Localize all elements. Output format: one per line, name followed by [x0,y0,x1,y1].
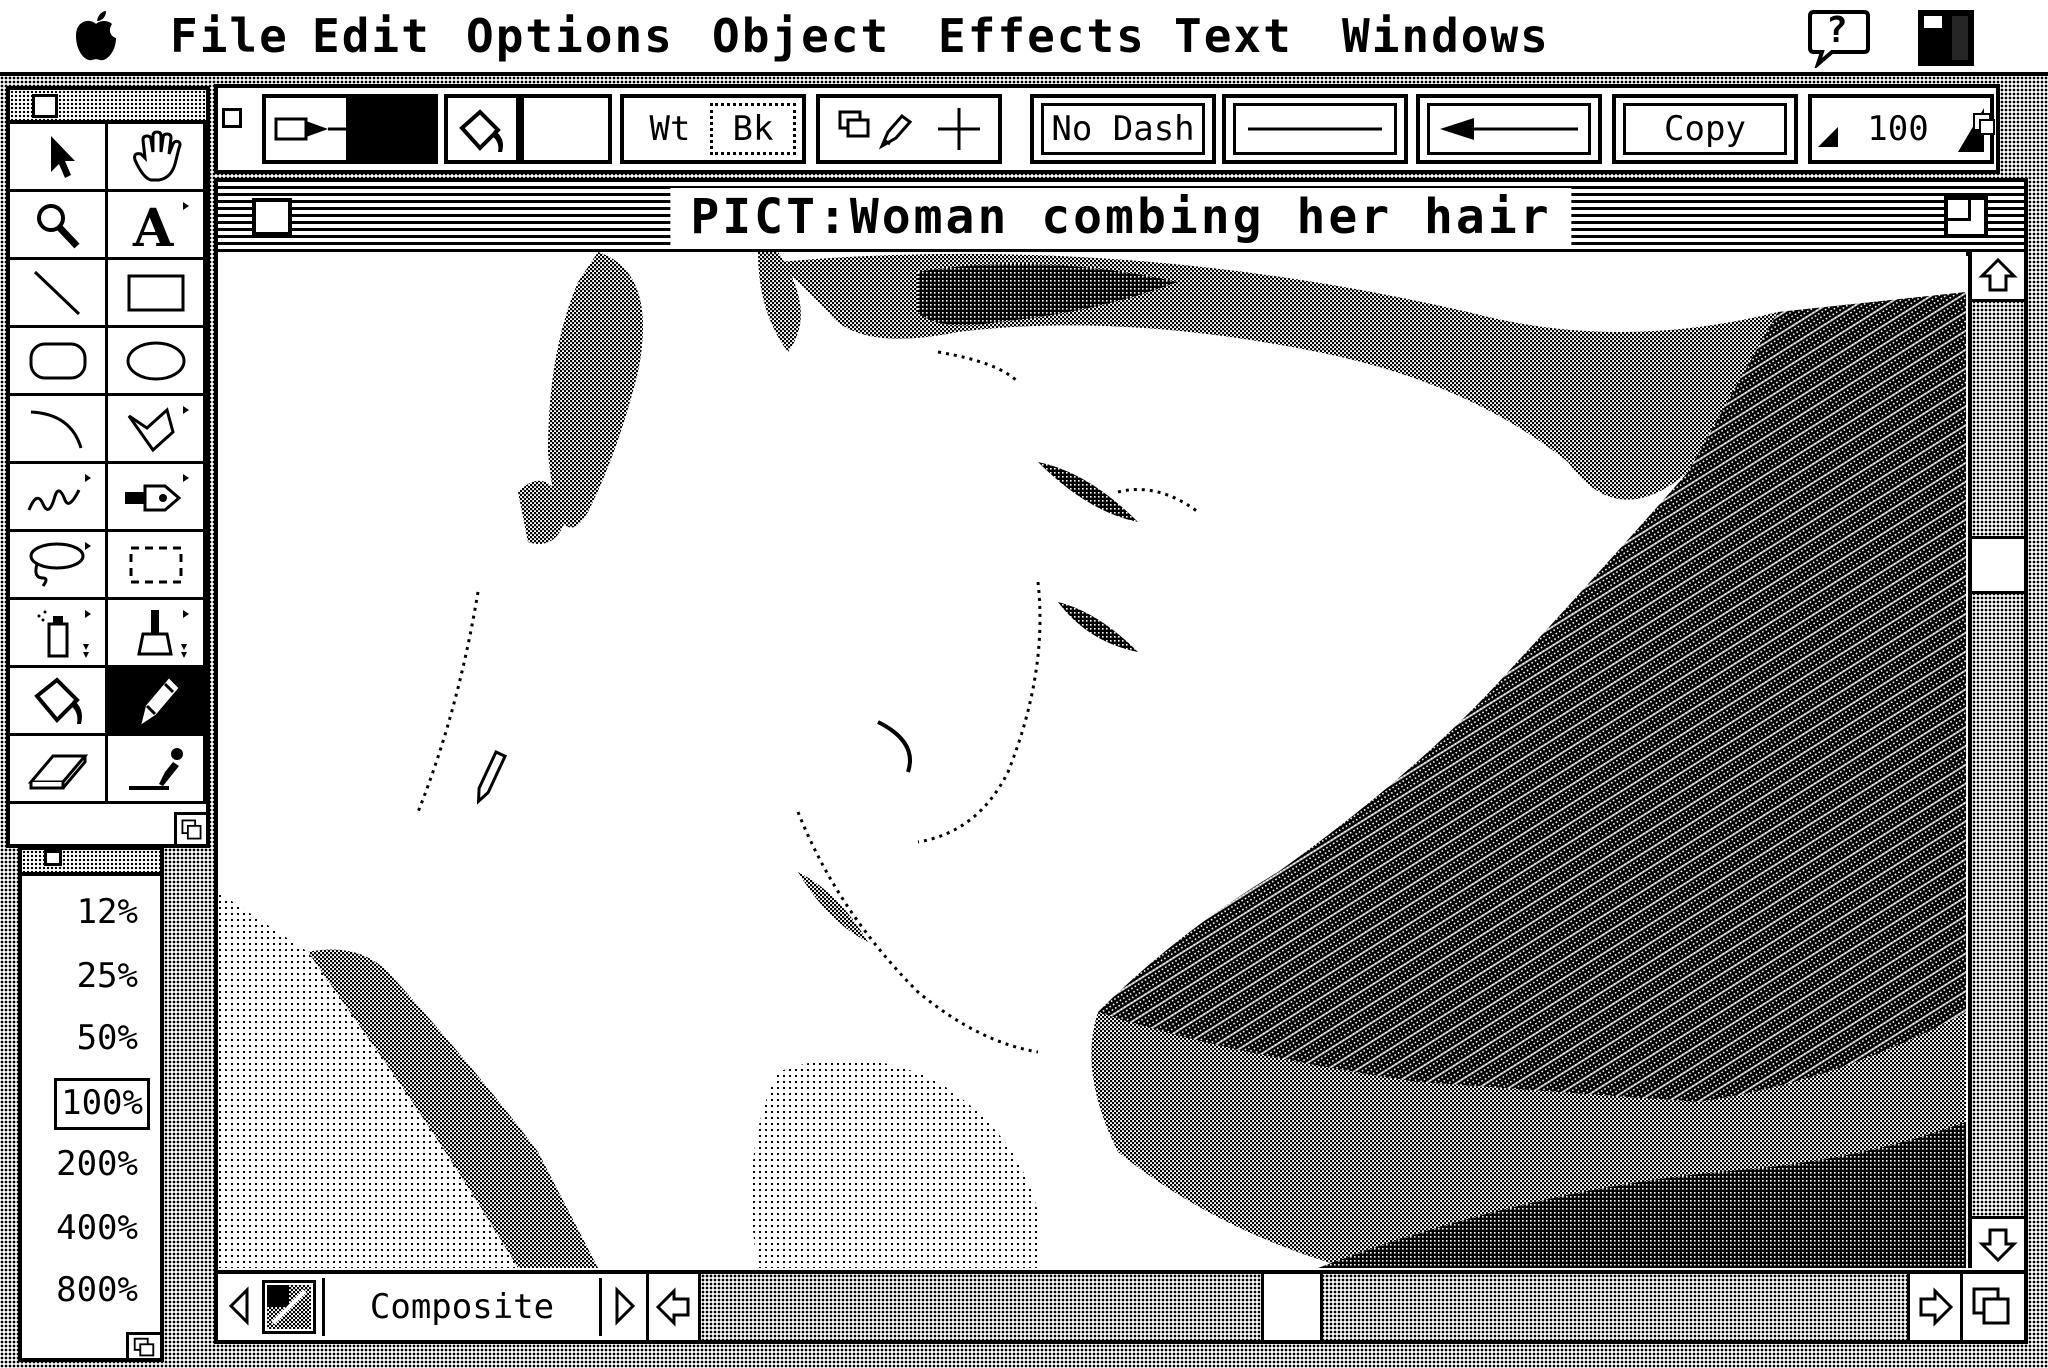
pen-tool-icon[interactable] [108,464,206,532]
menu-bar: File Edit Options Object Effects Text Wi… [0,0,2048,76]
text-tool-icon[interactable]: A [108,192,206,260]
fill-bucket-icon[interactable] [444,94,520,164]
toolbox-titlebar[interactable] [10,90,206,124]
zoom-200-option[interactable]: 200% [52,1142,142,1188]
scroll-left-arrow-icon[interactable] [649,1274,701,1340]
menu-file[interactable]: File [170,6,289,66]
application-menu-icon[interactable] [1916,8,1976,68]
zoom-50-option[interactable]: 50% [73,1016,142,1062]
eraser-tool-icon[interactable] [10,736,108,804]
vertical-scroll-thumb[interactable] [1972,536,2024,594]
zoom-12-option[interactable]: 12% [73,890,142,936]
menu-edit[interactable]: Edit [312,6,431,66]
attributes-bar: Wt Bk No Dash Copy 100 [214,84,2000,174]
close-box[interactable] [252,198,292,236]
zoom-tool-icon[interactable] [10,192,108,260]
toolbox-palette: A [6,86,210,848]
arc-tool-icon[interactable] [10,396,108,464]
marquee-tool-icon[interactable] [108,532,206,600]
oval-tool-icon[interactable] [108,328,206,396]
bottom-bar: Composite [218,1270,2024,1340]
lasso-tool-icon[interactable] [10,532,108,600]
document-titlebar[interactable]: PICT:Woman combing her hair [218,182,2024,256]
transfer-mode-label: Copy [1623,103,1787,155]
paint-bucket-tool-icon[interactable] [10,668,108,736]
eyedropper-tool-icon[interactable] [108,736,206,804]
copy-pencil-icon [838,110,913,150]
document-window: PICT:Woman combing her hair Composite [214,178,2028,1344]
layer-view-icon[interactable] [262,1280,316,1334]
menu-options[interactable]: Options [466,6,674,66]
vertical-scrollbar[interactable] [1968,252,2024,1268]
opacity-control[interactable]: 100 [1808,94,1994,164]
apple-menu-icon[interactable] [70,8,122,64]
zoom-palette-titlebar[interactable] [22,850,160,876]
window-grow-box-icon[interactable] [1960,1274,2020,1340]
zoom-palette-close-box[interactable] [44,850,62,866]
zoom-25-option[interactable]: 25% [73,954,142,1000]
transfer-mode-selector[interactable]: Copy [1612,94,1798,164]
rounded-rectangle-tool-icon[interactable] [10,328,108,396]
scroll-right-arrow-icon[interactable] [1907,1274,1959,1340]
opacity-value: 100 [1867,109,1929,149]
woman-combing-hair-image [218,252,1966,1268]
wt-bk-selector[interactable]: Wt Bk [620,94,806,164]
svg-text:A: A [132,198,174,252]
zoom-800-option[interactable]: 800% [52,1268,142,1314]
wt-label[interactable]: Wt [630,109,710,149]
grabber-hand-icon[interactable] [108,124,206,192]
help-menu-icon[interactable]: ? [1806,8,1872,71]
arrowhead-selector[interactable] [1416,94,1602,164]
rectangle-tool-icon[interactable] [108,260,206,328]
menu-effects[interactable]: Effects [938,6,1146,66]
menu-object[interactable]: Object [712,6,890,66]
zoom-box[interactable] [1944,196,1988,238]
fill-color-swatch[interactable] [520,94,612,164]
zoom-palette: 12% 25% 50% 100% 200% 400% 800% [18,846,164,1362]
toolbox-close-box[interactable] [32,94,58,118]
transfer-tools[interactable] [816,94,1002,164]
scroll-down-arrow-icon[interactable] [1972,1216,2024,1268]
attributes-zoom-box[interactable] [1972,96,1996,136]
arrowhead-icon [1427,103,1591,155]
menu-windows[interactable]: Windows [1342,6,1550,66]
dash-selector[interactable]: No Dash [1030,94,1216,164]
freehand-tool-icon[interactable] [10,464,108,532]
horizontal-scroll-thumb[interactable] [1261,1274,1323,1340]
zoom-palette-grow-box[interactable] [126,1332,160,1362]
image-canvas[interactable] [218,252,1966,1268]
attributes-close-box[interactable] [222,108,242,128]
help-label: ? [1826,10,1848,51]
menu-text[interactable]: Text [1174,6,1293,66]
crosshair-icon [938,108,980,150]
opacity-decrease-icon[interactable] [1816,109,1840,149]
dash-label: No Dash [1041,103,1205,155]
zoom-400-option[interactable]: 400% [52,1206,142,1252]
toolbox-grow-box[interactable] [174,812,206,844]
scroll-up-arrow-icon[interactable] [1972,252,2024,302]
paintbrush-tool-icon[interactable] [108,600,206,668]
spray-can-tool-icon[interactable] [10,600,108,668]
line-weight-selector[interactable] [1222,94,1408,164]
polygon-tool-icon[interactable] [108,396,206,464]
pen-icon [274,117,348,141]
pen-color-swatch[interactable] [346,94,438,164]
arrow-tool-icon[interactable] [10,124,108,192]
layer-previous-arrow-icon[interactable] [222,1278,256,1334]
horizontal-scrollbar[interactable] [646,1274,1959,1340]
document-title: PICT:Woman combing her hair [670,188,1572,246]
layer-next-arrow-icon[interactable] [608,1278,642,1334]
layer-name-field[interactable]: Composite [322,1278,602,1336]
line-tool-icon[interactable] [10,260,108,328]
zoom-100-option[interactable]: 100% [54,1078,150,1130]
pencil-tool-icon[interactable] [108,668,206,736]
bk-label[interactable]: Bk [710,103,796,155]
line-weight-preview [1233,103,1397,155]
